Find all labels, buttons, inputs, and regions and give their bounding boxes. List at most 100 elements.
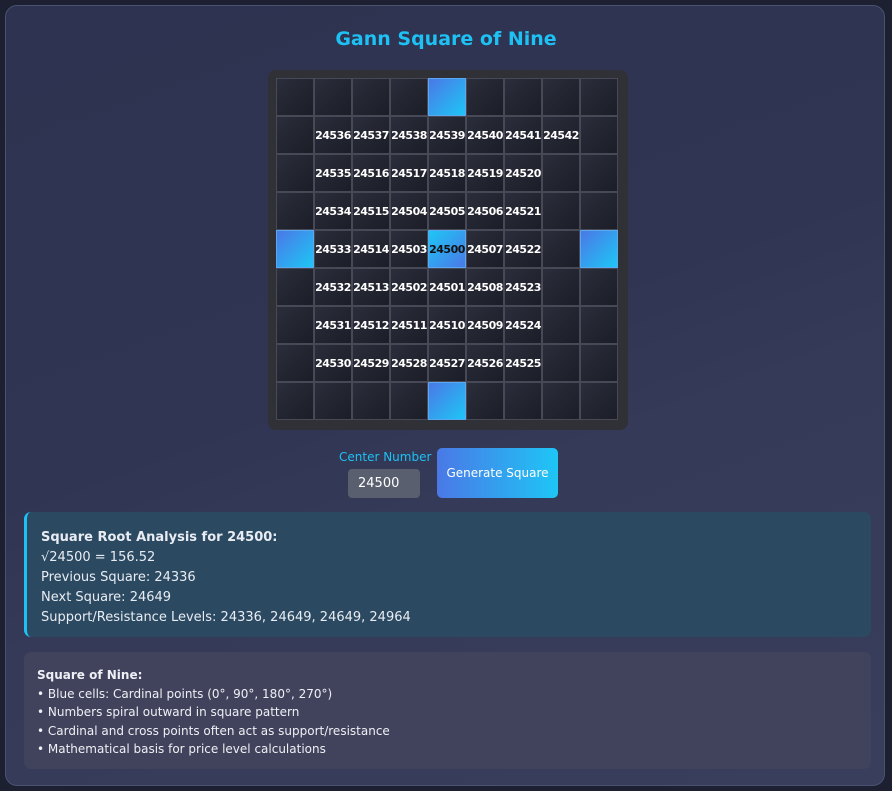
grid-cell [542, 192, 580, 230]
analysis-next-square: Next Square: 24649 [41, 590, 172, 605]
grid-cell: 24541 [504, 116, 542, 154]
grid-cell: 24532 [314, 268, 352, 306]
grid-cell: 24531 [314, 306, 352, 344]
grid-cell [542, 78, 580, 116]
grid-cell: 24501 [428, 268, 466, 306]
grid-cell-cardinal [428, 382, 466, 420]
grid-cell: 24525 [504, 344, 542, 382]
grid-cell [580, 344, 618, 382]
grid-cell: 24519 [466, 154, 504, 192]
grid-cell: 24503 [390, 230, 428, 268]
grid-cell: 24514 [352, 230, 390, 268]
grid-cell [542, 382, 580, 420]
analysis-levels: Support/Resistance Levels: 24336, 24649,… [41, 610, 411, 625]
square-root-analysis: Square Root Analysis for 24500: √24500 =… [24, 512, 871, 637]
grid-cell [390, 78, 428, 116]
notes-item: • Blue cells: Cardinal points (0°, 90°, … [37, 686, 333, 701]
grid-cell [504, 382, 542, 420]
grid-cell [390, 382, 428, 420]
grid-cell [276, 116, 314, 154]
grid-cell [352, 382, 390, 420]
grid-cell: 24526 [466, 344, 504, 382]
notes-heading: Square of Nine: [37, 668, 143, 682]
grid-cell [580, 306, 618, 344]
grid-cell: 24527 [428, 344, 466, 382]
grid-cell [580, 78, 618, 116]
grid-cell: 24506 [466, 192, 504, 230]
grid-cell: 24518 [428, 154, 466, 192]
analysis-heading: Square Root Analysis for 24500: [41, 530, 278, 545]
grid-cell: 24507 [466, 230, 504, 268]
grid-cell: 24520 [504, 154, 542, 192]
grid-cell-center: 24500 [428, 230, 466, 268]
grid-cell: 24502 [390, 268, 428, 306]
grid-cell: 24513 [352, 268, 390, 306]
grid-cell: 24505 [428, 192, 466, 230]
grid-cell-cardinal [580, 230, 618, 268]
analysis-previous-square: Previous Square: 24336 [41, 570, 196, 585]
notes-item: • Cardinal and cross points often act as… [37, 723, 390, 738]
grid-cell [580, 268, 618, 306]
grid-cell: 24530 [314, 344, 352, 382]
center-number-input[interactable] [348, 469, 420, 498]
grid-cell [542, 154, 580, 192]
notes-item: • Numbers spiral outward in square patte… [37, 705, 300, 719]
notes-item: • Mathematical basis for price level cal… [37, 742, 326, 756]
analysis-sqrt: √24500 = 156.52 [41, 550, 156, 565]
grid-cell [466, 78, 504, 116]
grid-cell: 24536 [314, 116, 352, 154]
grid-cell [580, 116, 618, 154]
grid-cell [276, 306, 314, 344]
generate-square-button[interactable]: Generate Square [437, 448, 558, 498]
gann-panel: Gann Square of Nine 24536 24537 24538 24539… [5, 5, 885, 786]
grid-cell-cardinal [428, 78, 466, 116]
grid-cell [276, 382, 314, 420]
grid-cell [580, 192, 618, 230]
square-of-nine-grid-container: 24536 24537 24538 24539 24540 24541 24542 24535… [268, 70, 628, 430]
square-of-nine-grid: 24536 24537 24538 24539 24540 24541 24542 24535… [276, 78, 618, 420]
grid-cell: 24529 [352, 344, 390, 382]
grid-cell: 24512 [352, 306, 390, 344]
grid-cell [580, 382, 618, 420]
grid-cell [314, 78, 352, 116]
grid-cell: 24528 [390, 344, 428, 382]
grid-cell [276, 344, 314, 382]
grid-cell [542, 230, 580, 268]
grid-cell [352, 78, 390, 116]
grid-cell: 24511 [390, 306, 428, 344]
grid-cell: 24522 [504, 230, 542, 268]
grid-cell: 24508 [466, 268, 504, 306]
grid-cell: 24517 [390, 154, 428, 192]
grid-cell [580, 154, 618, 192]
grid-cell: 24533 [314, 230, 352, 268]
grid-cell: 24524 [504, 306, 542, 344]
grid-cell: 24504 [390, 192, 428, 230]
grid-cell: 24539 [428, 116, 466, 154]
grid-cell [542, 268, 580, 306]
grid-cell: 24515 [352, 192, 390, 230]
grid-cell: 24538 [390, 116, 428, 154]
grid-cell: 24523 [504, 268, 542, 306]
grid-cell: 24540 [466, 116, 504, 154]
grid-cell [542, 306, 580, 344]
grid-cell [466, 382, 504, 420]
grid-cell [276, 154, 314, 192]
grid-cell: 24542 [542, 116, 580, 154]
grid-cell: 24534 [314, 192, 352, 230]
square-of-nine-notes: Square of Nine: • Blue cells: Cardinal p… [24, 652, 871, 769]
center-number-label: Center Number [339, 450, 432, 464]
grid-cell: 24509 [466, 306, 504, 344]
page-title: Gann Square of Nine [335, 28, 557, 50]
grid-cell [276, 192, 314, 230]
grid-cell: 24521 [504, 192, 542, 230]
grid-cell: 24535 [314, 154, 352, 192]
grid-cell [276, 78, 314, 116]
grid-cell [314, 382, 352, 420]
grid-cell: 24516 [352, 154, 390, 192]
grid-cell: 24537 [352, 116, 390, 154]
grid-cell [504, 78, 542, 116]
grid-cell: 24510 [428, 306, 466, 344]
grid-cell [276, 268, 314, 306]
grid-cell [542, 344, 580, 382]
grid-cell-cardinal [276, 230, 314, 268]
